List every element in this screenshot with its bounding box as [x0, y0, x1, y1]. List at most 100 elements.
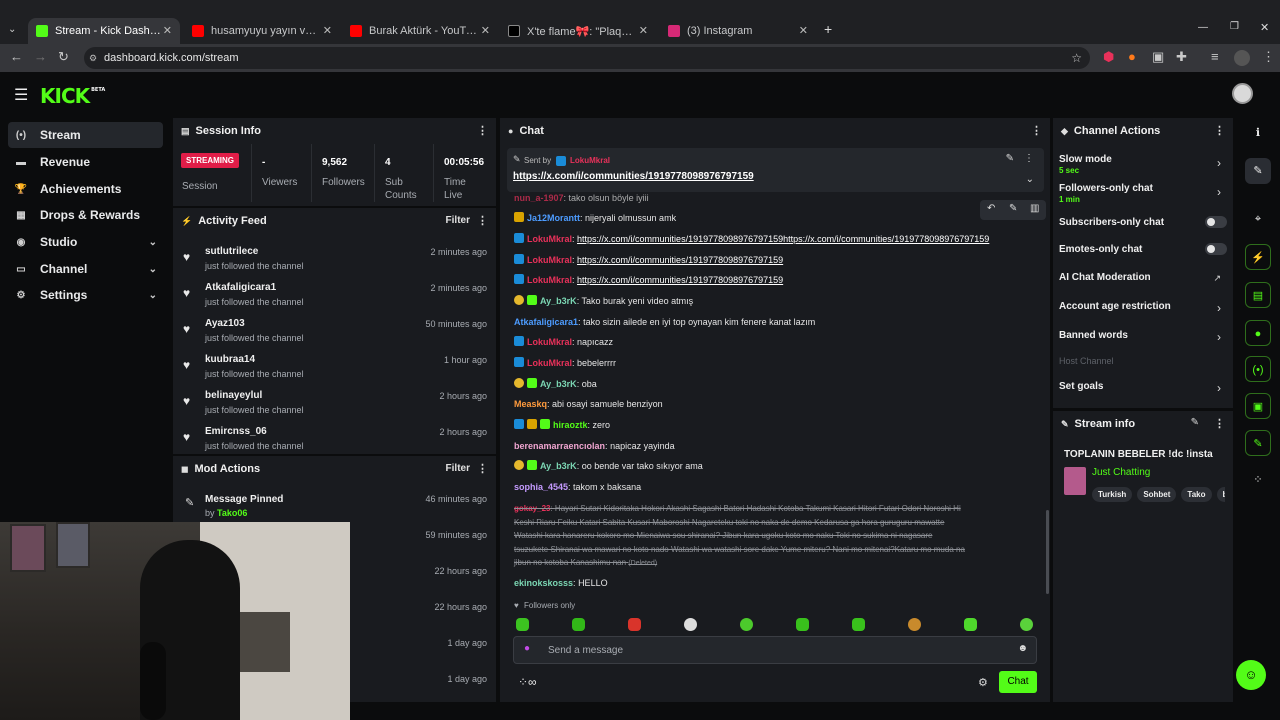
window-close-icon[interactable]: ✕: [1260, 21, 1269, 34]
chat-username[interactable]: gokay_23: [514, 504, 550, 513]
tab-instagram[interactable]: (3) Instagram ✕: [660, 18, 816, 44]
bookmark-star-icon[interactable]: ☆: [1071, 47, 1082, 69]
minimize-icon[interactable]: —: [1198, 22, 1208, 33]
user-avatar[interactable]: [1232, 83, 1253, 104]
pinned-username[interactable]: LokuMkral: [570, 156, 610, 165]
ai-moderation-setting[interactable]: AI Chat Moderation ↗: [1059, 272, 1229, 292]
sidebar-item-studio[interactable]: ◉ Studio ⌄: [8, 229, 163, 255]
extension-icon[interactable]: ⬢: [1103, 49, 1114, 65]
chat-username[interactable]: Measkq: [514, 399, 547, 409]
broadcast-icon[interactable]: (•): [1245, 356, 1271, 382]
lightning-icon[interactable]: ⚡: [1245, 244, 1271, 270]
edit-icon[interactable]: ✎: [1191, 417, 1199, 428]
delete-icon[interactable]: ▥: [1030, 203, 1039, 214]
tab-search-icon[interactable]: ⌄: [8, 24, 16, 35]
chat-username[interactable]: Ay_b3rK: [540, 461, 577, 471]
layout-icon[interactable]: ▣: [1245, 393, 1271, 419]
chat-bubble-icon[interactable]: ●: [1245, 320, 1271, 346]
chat-username[interactable]: LokuMkral: [527, 275, 572, 285]
info-icon[interactable]: ℹ: [1245, 120, 1271, 146]
support-button[interactable]: ☺: [1236, 660, 1266, 690]
site-info-icon[interactable]: ⚙: [89, 47, 97, 69]
chat-scrollbar[interactable]: [1046, 510, 1049, 594]
tab-x[interactable]: X'te flame🎀: "Plaqueboymax e ✕: [500, 18, 656, 44]
close-icon[interactable]: ✕: [799, 24, 808, 37]
maximize-icon[interactable]: ❐: [1230, 21, 1239, 32]
stream-tag[interactable]: b: [1216, 487, 1225, 502]
set-goals-setting[interactable]: Set goals ›: [1059, 381, 1229, 401]
emote-button[interactable]: [964, 618, 977, 631]
reply-icon[interactable]: ↶: [987, 203, 995, 214]
browser-menu-icon[interactable]: ⋮: [1262, 49, 1275, 65]
emoji-icon[interactable]: ☻: [1017, 643, 1028, 654]
close-icon[interactable]: ✕: [323, 24, 332, 37]
kebab-menu-icon[interactable]: ⋮: [1031, 124, 1042, 137]
chat-username[interactable]: LokuMkral: [527, 234, 572, 244]
kebab-menu-icon[interactable]: ⋮: [477, 462, 488, 475]
chat-username[interactable]: nun_a-1907: [514, 193, 564, 203]
reload-icon[interactable]: ↻: [58, 49, 69, 65]
send-chat-button[interactable]: Chat: [999, 671, 1037, 693]
follower-name[interactable]: belinayeylul: [205, 390, 262, 401]
follower-name[interactable]: Emircnss_06: [205, 426, 267, 437]
sidebar-item-stream[interactable]: (•) Stream: [8, 122, 163, 148]
chat-username[interactable]: LokuMkral: [527, 255, 572, 265]
extension-icon[interactable]: ●: [1128, 49, 1136, 64]
emote-button[interactable]: [796, 618, 809, 631]
forward-icon[interactable]: →: [34, 49, 47, 64]
edit-icon[interactable]: ✎: [1245, 158, 1271, 184]
sidebar-item-achievements[interactable]: 🏆 Achievements: [8, 176, 163, 202]
banned-words-setting[interactable]: Banned words ›: [1059, 330, 1229, 350]
follower-name[interactable]: Atkafaligicara1: [205, 282, 276, 293]
subscribers-only-toggle[interactable]: [1205, 216, 1227, 228]
kebab-menu-icon[interactable]: ⋮: [477, 124, 488, 137]
wrench-icon[interactable]: ✎: [1245, 430, 1271, 456]
emote-button[interactable]: [684, 618, 697, 631]
follower-name[interactable]: sutlutrilece: [205, 246, 258, 257]
followers-only-setting[interactable]: Followers-only chat 1 min ›: [1059, 183, 1229, 204]
emote-button[interactable]: [572, 618, 585, 631]
chat-username[interactable]: LokuMkral: [527, 337, 572, 347]
chat-username[interactable]: Ay_b3rK: [540, 296, 577, 306]
stream-tag[interactable]: Turkish: [1092, 487, 1133, 502]
close-icon[interactable]: ✕: [639, 24, 648, 37]
unpin-icon[interactable]: ✎: [1006, 153, 1014, 164]
chat-link[interactable]: https://x.com/i/communities/191977809897…: [577, 255, 783, 265]
category-link[interactable]: Just Chatting: [1092, 467, 1150, 478]
chat-link[interactable]: https://x.com/i/communities/191977809897…: [577, 234, 989, 244]
chat-input[interactable]: ● Send a message ☻: [513, 636, 1037, 664]
extension-icon[interactable]: ▣: [1152, 49, 1164, 65]
filter-button[interactable]: Filter: [446, 215, 470, 226]
chat-username[interactable]: berenamarraencıolan: [514, 441, 605, 451]
profile-avatar-icon[interactable]: [1234, 50, 1250, 66]
media-icon[interactable]: ≡: [1211, 49, 1219, 64]
filter-button[interactable]: Filter: [446, 463, 470, 474]
emote-button[interactable]: [908, 618, 921, 631]
emote-button[interactable]: [740, 618, 753, 631]
more-options-icon[interactable]: ⁘: [1245, 467, 1271, 493]
kebab-menu-icon[interactable]: ⋮: [1024, 153, 1034, 164]
pin-icon[interactable]: ✎: [1009, 203, 1017, 214]
stream-tag[interactable]: Tako: [1181, 487, 1212, 502]
chat-username[interactable]: ekinokskosss: [514, 578, 573, 588]
rewards-icon[interactable]: ⁘∞: [518, 675, 537, 689]
notes-icon[interactable]: ▤: [1245, 282, 1271, 308]
back-icon[interactable]: ←: [10, 49, 23, 64]
chat-settings-icon[interactable]: ⚙: [978, 676, 988, 689]
kick-logo[interactable]: KICK BETA: [40, 84, 105, 108]
chat-username[interactable]: Atkafaligicara1: [514, 317, 578, 327]
extensions-puzzle-icon[interactable]: ✚: [1176, 49, 1187, 65]
follower-name[interactable]: kuubraa14: [205, 354, 255, 365]
pinned-link[interactable]: https://x.com/i/communities/191977809897…: [513, 171, 754, 182]
sidebar-item-revenue[interactable]: ▬ Revenue: [8, 149, 163, 175]
sidebar-item-channel[interactable]: ▭ Channel ⌄: [8, 256, 163, 282]
emotes-only-toggle[interactable]: [1205, 243, 1227, 255]
sidebar-item-drops-rewards[interactable]: ▦ Drops & Rewards: [8, 202, 163, 228]
tab-youtube-2[interactable]: Burak Aktürk - YouTube ✕: [342, 18, 498, 44]
emote-button[interactable]: [628, 618, 641, 631]
kebab-menu-icon[interactable]: ⋮: [1214, 124, 1225, 137]
sidebar-item-settings[interactable]: ⚙ Settings ⌄: [8, 282, 163, 308]
chat-username[interactable]: Ay_b3rK: [540, 379, 577, 389]
chat-username[interactable]: hiraoztk: [553, 420, 588, 430]
microphone-icon[interactable]: ●: [524, 643, 530, 654]
